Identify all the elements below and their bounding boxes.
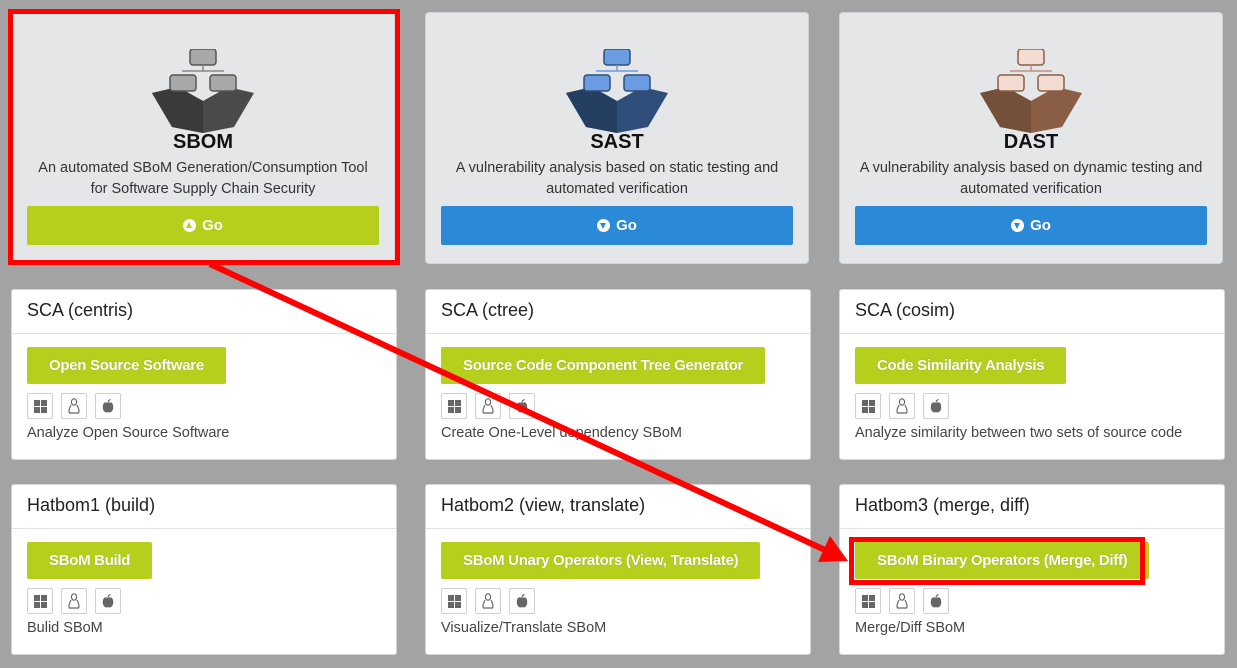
go-button-dast[interactable]: Go <box>855 206 1207 245</box>
feature-description: A vulnerability analysis based on dynami… <box>859 160 1203 197</box>
apple-icon <box>95 393 121 419</box>
windows-icon <box>441 588 467 614</box>
card-title: Hatbom2 (view, translate) <box>426 485 810 529</box>
feature-sbom: SBOM An automated SBoM Generation/Consum… <box>11 12 395 264</box>
card-hatbom2: Hatbom2 (view, translate) SBoM Unary Ope… <box>425 484 811 655</box>
card-title: SCA (ctree) <box>426 290 810 334</box>
card-title: SCA (cosim) <box>840 290 1224 334</box>
os-icons <box>441 588 535 614</box>
card-sca-centris: SCA (centris) Open Source Software Analy… <box>11 289 397 460</box>
os-icons <box>27 393 121 419</box>
sbom-binary-operators-button[interactable]: SBoM Binary Operators (Merge, Diff) <box>855 542 1150 579</box>
go-label: Go <box>1030 217 1051 234</box>
hierarchy-logo-icon <box>980 49 1082 133</box>
feature-description: A vulnerability analysis based on static… <box>455 160 779 197</box>
os-icons <box>855 393 949 419</box>
card-title: Hatbom1 (build) <box>12 485 396 529</box>
windows-icon <box>441 393 467 419</box>
card-description: Visualize/Translate SBoM <box>441 620 607 636</box>
apple-icon <box>95 588 121 614</box>
linux-icon <box>475 588 501 614</box>
card-sca-ctree: SCA (ctree) Source Code Component Tree G… <box>425 289 811 460</box>
apple-icon <box>509 588 535 614</box>
card-description: Analyze Open Source Software <box>27 425 230 441</box>
linux-icon <box>889 588 915 614</box>
apple-icon <box>509 393 535 419</box>
linux-icon <box>61 588 87 614</box>
card-title: Hatbom3 (merge, diff) <box>840 485 1224 529</box>
go-button-sbom[interactable]: Go <box>27 206 379 245</box>
open-source-software-button[interactable]: Open Source Software <box>27 347 226 384</box>
hierarchy-logo-icon <box>152 49 254 133</box>
card-description: Create One-Level dependency SBoM <box>441 425 683 441</box>
apple-icon <box>923 393 949 419</box>
card-hatbom3: Hatbom3 (merge, diff) SBoM Binary Operat… <box>839 484 1225 655</box>
sbom-build-button[interactable]: SBoM Build <box>27 542 153 579</box>
card-description: Analyze similarity between two sets of s… <box>855 425 1183 441</box>
windows-icon <box>855 393 881 419</box>
circle-arrow-down-icon <box>1011 219 1025 232</box>
windows-icon <box>855 588 881 614</box>
card-sca-cosim: SCA (cosim) Code Similarity Analysis Ana… <box>839 289 1225 460</box>
feature-sast: SAST A vulnerability analysis based on s… <box>425 12 809 264</box>
os-icons <box>441 393 535 419</box>
code-similarity-analysis-button[interactable]: Code Similarity Analysis <box>855 347 1067 384</box>
feature-title: SBOM <box>173 131 233 153</box>
linux-icon <box>475 393 501 419</box>
feature-dast: DAST A vulnerability analysis based on d… <box>839 12 1223 264</box>
windows-icon <box>27 588 53 614</box>
go-label: Go <box>202 217 223 234</box>
card-description: Merge/Diff SBoM <box>855 620 966 636</box>
circle-arrow-down-icon <box>597 219 611 232</box>
feature-description: An automated SBoM Generation/Consumption… <box>38 160 368 197</box>
linux-icon <box>889 393 915 419</box>
card-description: Bulid SBoM <box>27 620 103 636</box>
feature-title: DAST <box>1003 131 1059 153</box>
os-icons <box>27 588 121 614</box>
linux-icon <box>61 393 87 419</box>
go-button-sast[interactable]: Go <box>441 206 793 245</box>
feature-title: SAST <box>590 131 644 153</box>
hierarchy-logo-icon <box>566 49 668 133</box>
go-label: Go <box>616 217 637 234</box>
windows-icon <box>27 393 53 419</box>
card-title: SCA (centris) <box>12 290 396 334</box>
sbom-unary-operators-button[interactable]: SBoM Unary Operators (View, Translate) <box>441 542 761 579</box>
source-code-component-tree-button[interactable]: Source Code Component Tree Generator <box>441 347 766 384</box>
circle-arrow-up-icon <box>183 219 197 232</box>
card-hatbom1: Hatbom1 (build) SBoM Build Bulid SBoM <box>11 484 397 655</box>
apple-icon <box>923 588 949 614</box>
os-icons <box>855 588 949 614</box>
